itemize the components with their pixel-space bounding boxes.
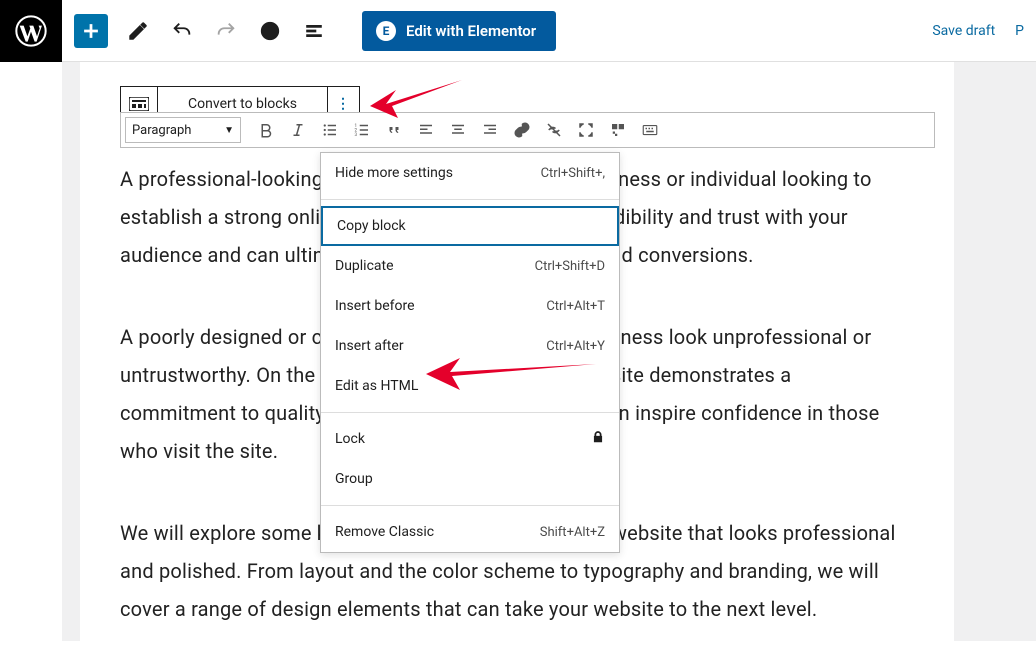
menu-label: Copy block: [337, 218, 406, 234]
align-left-button[interactable]: [411, 115, 441, 145]
lock-icon: [591, 430, 605, 448]
menu-shortcut: Ctrl+Shift+,: [541, 166, 605, 181]
menu-label: Duplicate: [335, 258, 394, 274]
paragraph-select[interactable]: Paragraph ▼: [125, 117, 241, 143]
link-button[interactable]: [507, 115, 537, 145]
edit-with-elementor-button[interactable]: E Edit with Elementor: [362, 11, 556, 51]
menu-label: Hide more settings: [335, 165, 453, 181]
menu-label: Insert before: [335, 298, 415, 314]
numbered-list-button[interactable]: 123: [347, 115, 377, 145]
align-right-button[interactable]: [475, 115, 505, 145]
menu-insert-after[interactable]: Insert after Ctrl+Alt+Y: [321, 326, 619, 366]
bullet-list-button[interactable]: [315, 115, 345, 145]
menu-group[interactable]: Group: [321, 459, 619, 499]
menu-duplicate[interactable]: Duplicate Ctrl+Shift+D: [321, 246, 619, 286]
insert-button[interactable]: [603, 115, 633, 145]
fullscreen-button[interactable]: [571, 115, 601, 145]
menu-shortcut: Ctrl+Shift+D: [535, 259, 605, 274]
menu-label: Edit as HTML: [335, 378, 418, 394]
svg-text:3: 3: [355, 132, 358, 138]
menu-lock[interactable]: Lock: [321, 419, 619, 459]
menu-label: Group: [335, 471, 373, 487]
menu-edit-as-html[interactable]: Edit as HTML: [321, 366, 619, 406]
blockquote-button[interactable]: [379, 115, 409, 145]
menu-hide-more-settings[interactable]: Hide more settings Ctrl+Shift+,: [321, 153, 619, 193]
menu-label: Lock: [335, 431, 365, 447]
menu-shortcut: Ctrl+Alt+Y: [546, 339, 605, 354]
keyboard-button[interactable]: [635, 115, 665, 145]
menu-insert-before[interactable]: Insert before Ctrl+Alt+T: [321, 286, 619, 326]
unlink-button[interactable]: [539, 115, 569, 145]
elementor-icon: E: [376, 21, 396, 41]
add-block-button[interactable]: [74, 14, 108, 48]
edit-tool-icon[interactable]: [118, 11, 158, 51]
chevron-down-icon: ▼: [224, 125, 234, 136]
menu-label: Insert after: [335, 338, 404, 354]
redo-button[interactable]: [206, 11, 246, 51]
menu-shortcut: Ctrl+Alt+T: [546, 299, 605, 314]
align-center-button[interactable]: [443, 115, 473, 145]
menu-copy-block[interactable]: Copy block: [321, 206, 619, 246]
menu-label: Remove Classic: [335, 524, 434, 540]
undo-button[interactable]: [162, 11, 202, 51]
menu-remove-classic[interactable]: Remove Classic Shift+Alt+Z: [321, 512, 619, 552]
outline-button[interactable]: [294, 11, 334, 51]
menu-shortcut: Shift+Alt+Z: [540, 525, 605, 540]
cropped-text: P: [1007, 23, 1024, 39]
bold-button[interactable]: [251, 115, 281, 145]
wp-logo[interactable]: [0, 0, 62, 62]
block-options-menu: Hide more settings Ctrl+Shift+, Copy blo…: [320, 152, 620, 553]
paragraph-select-label: Paragraph: [132, 123, 191, 138]
italic-button[interactable]: [283, 115, 313, 145]
save-draft-button[interactable]: Save draft: [924, 23, 1003, 39]
format-toolbar: Paragraph ▼ 123: [120, 112, 935, 148]
elementor-label: Edit with Elementor: [406, 22, 536, 40]
info-button[interactable]: [250, 11, 290, 51]
